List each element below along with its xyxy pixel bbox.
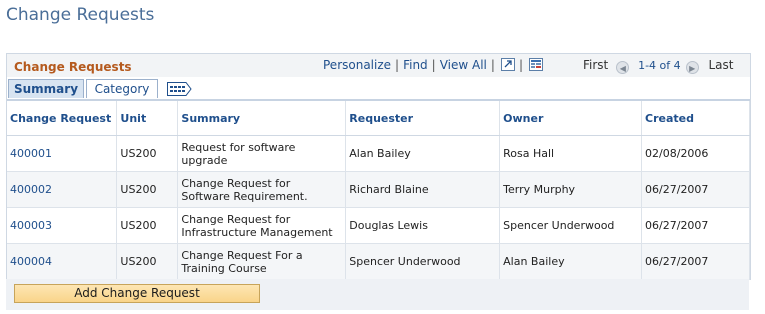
summary-line: Change Request for [181, 176, 291, 190]
column-header-requester[interactable]: Requester [345, 101, 501, 136]
table-header-row: Change Request Unit Summary Requester Ow… [7, 101, 750, 136]
cell-created: 06/27/2007 [641, 171, 750, 208]
table-row: 400004 US200 Change Request For a Trainin… [7, 243, 750, 280]
next-arrow-icon[interactable]: ▶ [685, 61, 699, 74]
download-icon[interactable] [528, 58, 543, 71]
change-request-link[interactable]: 400001 [10, 147, 52, 160]
grid-title: Change Requests [14, 60, 132, 74]
grid-footer: Add Change Request [6, 279, 749, 310]
zoom-grid-icon[interactable] [500, 58, 515, 71]
change-request-link[interactable]: 400002 [10, 183, 52, 196]
tab-category[interactable]: Category [86, 79, 158, 98]
cell-created: 06/27/2007 [641, 243, 750, 280]
summary-line: Training Course [181, 261, 267, 275]
summary-line: Change Request for [181, 212, 291, 226]
page-title: Change Requests [6, 5, 155, 25]
row-count: 1-4 of 4 [638, 59, 681, 72]
cell-change-request: 400003 [7, 207, 118, 244]
last-link[interactable]: Last [708, 58, 733, 72]
column-header-change-request[interactable]: Change Request [7, 101, 118, 136]
cell-unit: US200 [116, 135, 179, 172]
toolbar-separator: | [490, 58, 495, 72]
change-request-link[interactable]: 400003 [10, 219, 52, 232]
view-all-link[interactable]: View All [440, 58, 487, 72]
cell-owner: Rosa Hall [499, 135, 643, 172]
cell-unit: US200 [116, 171, 179, 208]
grid-tabs: Summary Category [7, 77, 750, 101]
cell-requester: Douglas Lewis [345, 207, 501, 244]
grid-header: Change Requests Personalize | Find | View Al… [7, 54, 750, 77]
cell-change-request: 400002 [7, 171, 118, 208]
cell-owner: Spencer Underwood [499, 207, 643, 244]
cell-change-request: 400004 [7, 243, 118, 280]
row-navigation: First ◀ 1-4 of 4 ▶ Last [583, 58, 733, 74]
summary-line: Software Requirement. [181, 189, 308, 203]
cell-change-request: 400001 [7, 135, 118, 172]
cell-owner: Alan Bailey [499, 243, 643, 280]
prev-arrow-icon[interactable]: ◀ [616, 61, 630, 74]
personalize-link[interactable]: Personalize [323, 58, 391, 72]
cell-summary: Change Request for Software Requirement. [177, 171, 347, 208]
summary-line: upgrade [181, 153, 228, 167]
toolbar-separator: | [431, 58, 436, 72]
add-change-request-button[interactable]: Add Change Request [14, 284, 260, 303]
summary-line: Infrastructure Management [181, 225, 333, 239]
find-link[interactable]: Find [403, 58, 428, 72]
summary-line: Change Request For a [181, 248, 303, 262]
cell-requester: Spencer Underwood [345, 243, 501, 280]
tab-summary[interactable]: Summary [8, 79, 84, 98]
cell-requester: Richard Blaine [345, 171, 501, 208]
cell-summary: Change Request For a Training Course [177, 243, 347, 280]
grid-toolbar: Personalize | Find | View All | | [323, 58, 543, 74]
first-link[interactable]: First [583, 58, 608, 72]
column-header-owner[interactable]: Owner [499, 101, 643, 136]
cell-requester: Alan Bailey [345, 135, 501, 172]
cell-summary: Change Request for Infrastructure Managem… [177, 207, 347, 244]
table-row: 400001 US200 Request for software upgrade… [7, 135, 750, 172]
toolbar-separator: | [395, 58, 400, 72]
cell-owner: Terry Murphy [499, 171, 643, 208]
column-header-created[interactable]: Created [641, 101, 750, 136]
change-request-link[interactable]: 400004 [10, 255, 52, 268]
table-row: 400003 US200 Change Request for Infrastru… [7, 207, 750, 244]
cell-unit: US200 [116, 243, 179, 280]
table-row: 400002 US200 Change Request for Software … [7, 171, 750, 208]
cell-created: 02/08/2006 [641, 135, 750, 172]
change-requests-table: Change Request Unit Summary Requester Ow… [7, 101, 750, 280]
change-requests-grid: Change Requests Personalize | Find | View Al… [6, 53, 751, 280]
summary-line: Request for software [181, 140, 296, 154]
cell-summary: Request for software upgrade [177, 135, 347, 172]
cell-created: 06/27/2007 [641, 207, 750, 244]
show-all-columns-icon[interactable] [167, 82, 192, 96]
toolbar-separator: | [518, 58, 523, 72]
column-header-unit[interactable]: Unit [116, 101, 179, 136]
column-header-summary[interactable]: Summary [177, 101, 347, 136]
cell-unit: US200 [116, 207, 179, 244]
